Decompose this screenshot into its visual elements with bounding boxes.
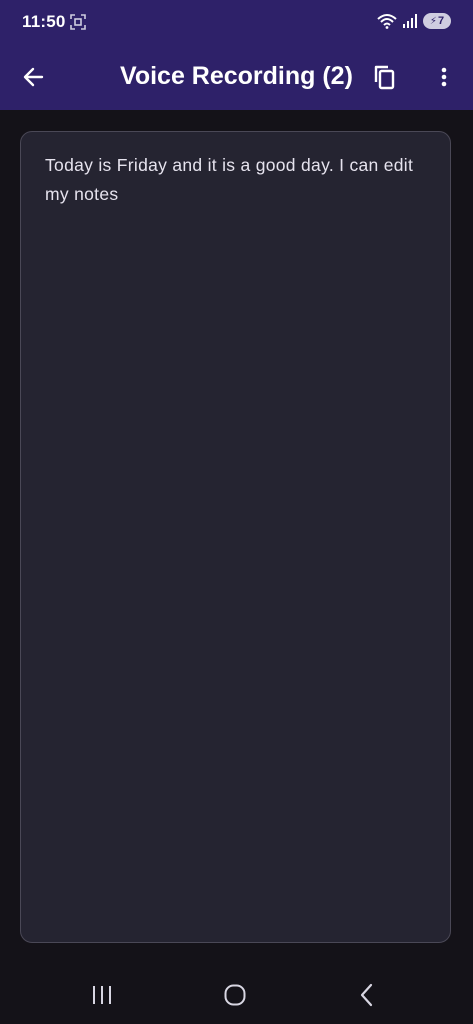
top-bar: 11:50 ⚡ 7 Voice Recording (2) <box>0 0 473 110</box>
status-time: 11:50 <box>22 12 66 31</box>
copy-icon[interactable] <box>371 63 399 91</box>
app-bar: Voice Recording (2) <box>0 44 473 110</box>
note-editor[interactable]: Today is Friday and it is a good day. I … <box>20 131 451 943</box>
recent-apps-icon[interactable] <box>86 981 118 1009</box>
wifi-icon <box>377 14 397 29</box>
note-text[interactable]: Today is Friday and it is a good day. I … <box>45 151 421 209</box>
more-vert-icon[interactable] <box>432 63 456 91</box>
status-icons: ⚡ 7 <box>377 13 451 29</box>
system-nav-bar <box>0 965 473 1024</box>
screen: 11:50 ⚡ 7 Voice Recording (2) Today is F… <box>0 0 473 1024</box>
battery-charging-icon: ⚡ 7 <box>423 13 451 29</box>
status-bar: 11:50 ⚡ 7 <box>0 0 473 44</box>
signal-icon <box>403 14 417 28</box>
charging-bolt-icon: ⚡ <box>429 15 437 27</box>
page-title: Voice Recording (2) <box>120 62 353 90</box>
back-icon[interactable] <box>351 981 383 1009</box>
back-arrow-icon[interactable] <box>20 63 48 91</box>
home-icon[interactable] <box>219 981 251 1009</box>
battery-level: 7 <box>437 15 445 27</box>
screen-record-icon <box>70 14 86 30</box>
